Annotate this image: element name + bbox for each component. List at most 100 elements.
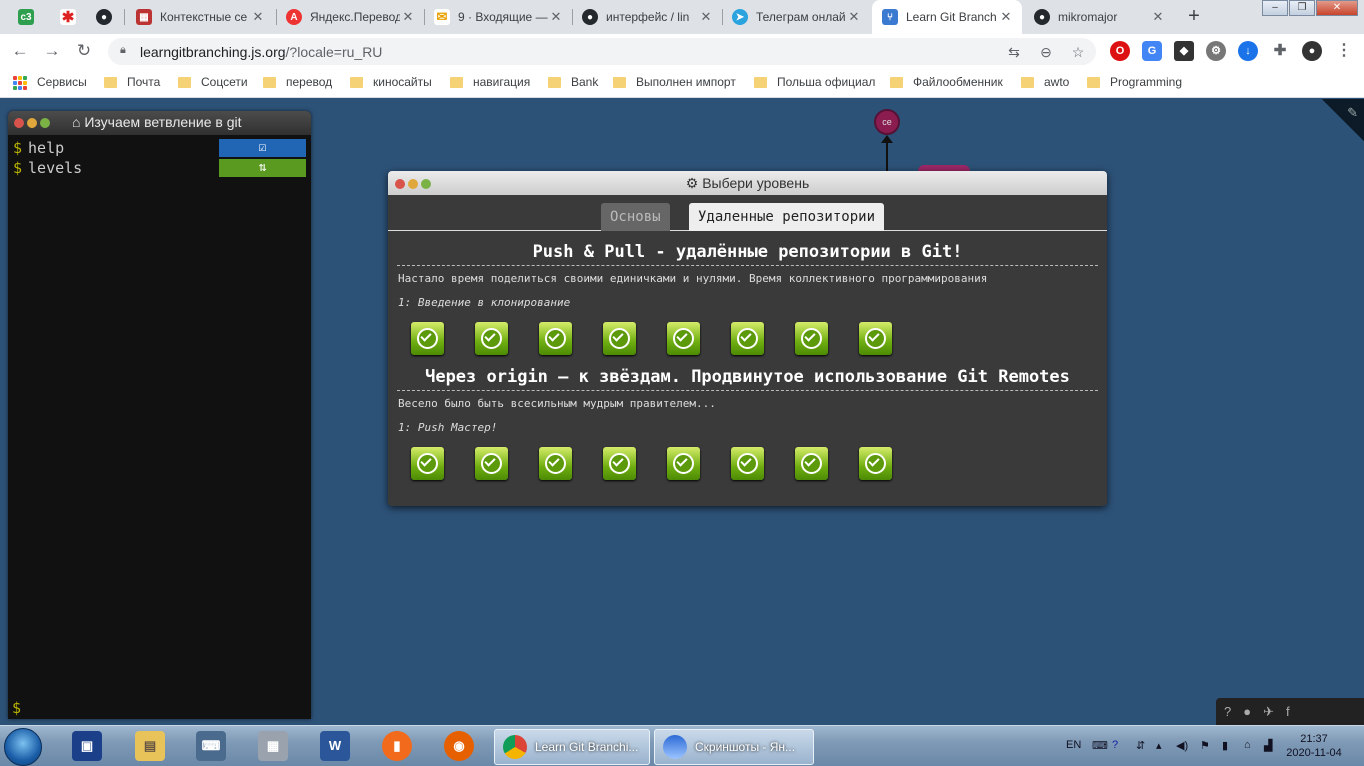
- refresh-icon[interactable]: ⇅: [219, 159, 306, 177]
- level-complete-icon[interactable]: [795, 446, 828, 480]
- tab-2[interactable]: ●: [86, 0, 120, 34]
- corner-ribbon[interactable]: ✎: [1322, 99, 1364, 141]
- menu-kebab-icon[interactable]: ⋮: [1334, 41, 1354, 61]
- puzzle-extensions-icon[interactable]: ✚: [1270, 41, 1290, 61]
- zoom-icon[interactable]: ⊖: [1036, 42, 1056, 62]
- apps-icon[interactable]: [13, 76, 27, 90]
- checkmark-icon: [612, 454, 624, 467]
- level-complete-icon[interactable]: [603, 321, 636, 355]
- new-tab-button[interactable]: +: [1182, 5, 1206, 29]
- level-complete-icon[interactable]: [795, 321, 828, 355]
- tab-6[interactable]: ● интерфейс / lin ✕: [572, 0, 722, 34]
- volume-icon[interactable]: ◀): [1176, 739, 1188, 752]
- checkbox-icon[interactable]: ☑: [219, 139, 306, 157]
- level-complete-icon[interactable]: [539, 446, 572, 480]
- level-complete-icon[interactable]: [667, 321, 700, 355]
- task-learngit[interactable]: Learn Git Branchi...: [494, 729, 650, 765]
- level-complete-icon[interactable]: [731, 446, 764, 480]
- back-button[interactable]: ←: [10, 41, 30, 61]
- level-complete-icon[interactable]: [603, 446, 636, 480]
- level-complete-icon[interactable]: [859, 446, 892, 480]
- bookmark-folder[interactable]: навигация: [450, 75, 530, 89]
- tab-remote[interactable]: Удаленные репозитории: [689, 203, 885, 231]
- task-screenshots[interactable]: Скриншоты - Ян...: [654, 729, 814, 765]
- download-extension-icon[interactable]: ↓: [1238, 41, 1258, 61]
- close-icon[interactable]: ✕: [250, 9, 266, 25]
- minimize-button[interactable]: –: [1262, 0, 1288, 16]
- bookmark-folder[interactable]: киносайты: [350, 75, 432, 89]
- network-tray-icon[interactable]: ⇵: [1136, 739, 1145, 752]
- save-disk-icon[interactable]: ▣: [72, 731, 102, 761]
- level-complete-icon[interactable]: [475, 446, 508, 480]
- close-icon[interactable]: ✕: [846, 9, 862, 25]
- close-icon[interactable]: ✕: [1150, 9, 1166, 25]
- tab-1[interactable]: ✱: [50, 0, 84, 34]
- bookmark-folder[interactable]: Выполнен импорт: [613, 75, 736, 89]
- start-button[interactable]: [4, 728, 42, 766]
- level-complete-icon[interactable]: [411, 446, 444, 480]
- section-description: Настало время поделиться своими единичка…: [398, 272, 988, 285]
- keyboard-tray-icon[interactable]: ⌨: [1092, 739, 1108, 752]
- folder-icon: [1021, 76, 1034, 88]
- tab-9[interactable]: ● mikromajor ✕: [1024, 0, 1174, 34]
- firefox-icon[interactable]: ◉: [444, 731, 474, 761]
- language-indicator[interactable]: EN: [1066, 739, 1081, 751]
- terminal-prompt[interactable]: $: [12, 699, 21, 717]
- level-complete-icon[interactable]: [475, 321, 508, 355]
- network-icon[interactable]: ⌂: [1244, 739, 1251, 751]
- close-icon[interactable]: ✕: [698, 9, 714, 25]
- bookmark-folder[interactable]: Файлообменник: [890, 75, 1003, 89]
- word-icon[interactable]: W: [320, 731, 350, 761]
- tab-3[interactable]: ▦ Контекстные се ✕: [126, 0, 274, 34]
- opera-extension-icon[interactable]: O: [1110, 41, 1130, 61]
- show-hidden-icon[interactable]: ▴: [1156, 739, 1162, 752]
- level-complete-icon[interactable]: [859, 321, 892, 355]
- level-complete-icon[interactable]: [731, 321, 764, 355]
- level-complete-icon[interactable]: [411, 321, 444, 355]
- bookmark-folder[interactable]: Почта: [104, 75, 160, 89]
- bookmark-star-icon[interactable]: ☆: [1068, 42, 1088, 62]
- bookmark-services[interactable]: Сервисы: [37, 75, 87, 89]
- tab-0[interactable]: c3: [8, 0, 42, 34]
- translate-page-icon[interactable]: ⇆: [1004, 42, 1024, 62]
- close-icon[interactable]: ✕: [400, 9, 416, 25]
- tab-5[interactable]: ✉ 9 · Входящие — ✕: [424, 0, 572, 34]
- bookmark-folder[interactable]: Programming: [1087, 75, 1182, 89]
- clock[interactable]: 21:37 2020-11-04: [1284, 732, 1344, 760]
- tab-7[interactable]: ➤ Телеграм онлай ✕: [722, 0, 870, 34]
- close-icon[interactable]: ✕: [548, 9, 564, 25]
- terminal-window[interactable]: ⌂ Изучаем ветвление в git $ help ☑ $ level…: [8, 111, 311, 719]
- keyboard-icon[interactable]: ⌨: [196, 731, 226, 761]
- address-bar[interactable]: 🔒︎ learngitbranching.js.org/?locale=ru_R…: [108, 38, 1096, 65]
- reload-button[interactable]: ↻: [74, 41, 94, 61]
- social-links[interactable]: ?●✈f: [1216, 698, 1364, 725]
- tab-basics[interactable]: Основы: [601, 203, 670, 231]
- level-complete-icon[interactable]: [667, 446, 700, 480]
- bookmark-folder[interactable]: awto: [1021, 75, 1069, 89]
- battery-icon[interactable]: ▮: [1222, 739, 1228, 752]
- bookmark-folder[interactable]: Bank: [548, 75, 598, 89]
- help-tray-icon[interactable]: ?: [1112, 739, 1118, 751]
- tab-4[interactable]: A Яндекс.Перевод ✕: [276, 0, 424, 34]
- forward-button[interactable]: →: [42, 41, 62, 61]
- wifi-icon[interactable]: ▟: [1264, 739, 1272, 752]
- level-complete-icon[interactable]: [539, 321, 572, 355]
- chart-app-icon[interactable]: ▮: [382, 731, 412, 761]
- commit-node[interactable]: ce: [874, 109, 900, 135]
- close-icon[interactable]: ✕: [998, 9, 1014, 25]
- checkmark-icon: [676, 329, 688, 342]
- bookmark-folder[interactable]: перевод: [263, 75, 332, 89]
- explorer-folder-icon[interactable]: ▤: [135, 731, 165, 761]
- bookmark-folder[interactable]: Польша официал: [754, 75, 875, 89]
- cube-extension-icon[interactable]: ◆: [1174, 41, 1194, 61]
- settings-extension-icon[interactable]: ⚙: [1206, 41, 1226, 61]
- translate-extension-icon[interactable]: G: [1142, 41, 1162, 61]
- profile-avatar[interactable]: ●: [1302, 41, 1322, 61]
- flag-icon[interactable]: ⚑: [1200, 739, 1210, 752]
- maximize-button[interactable]: ❐: [1289, 0, 1315, 16]
- taskbar: ▣ ▤ ⌨ ▦ W ▮ ◉ Learn Git Branchi... Скрин…: [0, 725, 1364, 766]
- calculator-icon[interactable]: ▦: [258, 731, 288, 761]
- tab-8-active[interactable]: ⑂ Learn Git Branch ✕: [872, 0, 1022, 34]
- bookmark-folder[interactable]: Соцсети: [178, 75, 248, 89]
- window-close-button[interactable]: ✕: [1316, 0, 1358, 16]
